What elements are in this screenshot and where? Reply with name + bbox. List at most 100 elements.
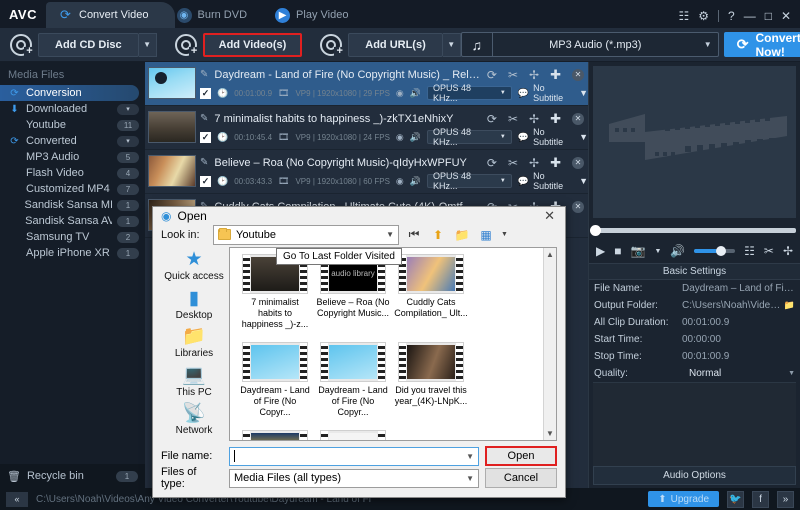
add-icon[interactable]: ✚ [550, 111, 561, 127]
list-item[interactable]: Cuddly Cats Compilation_ Ult... [392, 253, 470, 342]
task-list-icon[interactable]: ☷ [678, 10, 689, 22]
sidebar-item-sandisk-sansa-avi[interactable]: ● Sandisk Sansa AVI 1 [0, 213, 145, 229]
add-icon[interactable]: ✚ [550, 155, 561, 171]
list-item[interactable]: 7 minimalist habits to happiness _)-z... [236, 253, 314, 342]
add-cd-disc-button[interactable]: Add CD Disc [38, 32, 139, 57]
expand-right-icon[interactable]: » [777, 490, 794, 508]
back-icon[interactable]: ⏮ [405, 226, 423, 244]
open-button[interactable]: Open [485, 446, 557, 466]
setting-start-time[interactable]: Start Time: 00:00:00 [589, 331, 800, 348]
chevron-down-icon[interactable]: ▼ [654, 248, 661, 255]
chevron-down-icon[interactable]: ▼ [466, 474, 474, 483]
video-preview[interactable] [593, 66, 796, 218]
rotate-icon[interactable]: ⟳ [487, 112, 497, 126]
close-icon[interactable]: ✕ [781, 10, 791, 22]
add-icon[interactable]: ✚ [550, 67, 561, 83]
scissors-icon[interactable]: ✂ [764, 244, 774, 258]
sidebar-item-mp3-audio[interactable]: ● MP3 Audio 5 [0, 149, 145, 165]
volume-slider[interactable] [694, 246, 736, 256]
files-of-type-select[interactable]: Media Files (all types) ▼ [229, 468, 479, 488]
sidebar-item-converted[interactable]: ⟳ Converted ▾ [0, 133, 145, 149]
file-name-input[interactable]: ▼ [229, 446, 479, 466]
expand-chevron-icon[interactable]: ▾ [117, 135, 139, 147]
add-urls-button[interactable]: Add URL(s) [348, 32, 443, 57]
up-folder-icon[interactable]: ⬆ [429, 226, 447, 244]
list-item[interactable]: How to Back Up Android Phone ... [314, 429, 392, 440]
chevron-down-icon[interactable]: ▼ [698, 40, 718, 49]
rotate-icon[interactable]: ⟳ [487, 156, 497, 170]
effects-icon[interactable]: ✢ [529, 112, 539, 126]
tab-play-video[interactable]: ▶ Play Video [263, 2, 374, 28]
sidebar-item-downloaded[interactable]: ⬇ Downloaded ▾ [0, 101, 145, 117]
facebook-icon[interactable]: f [752, 490, 769, 508]
subtitle-selector[interactable]: 💬 No Subtitle ▼ [518, 127, 588, 147]
add-videos-button[interactable]: Add Video(s) [202, 32, 303, 57]
remove-icon[interactable]: ✕ [572, 68, 584, 81]
seek-track[interactable] [590, 224, 796, 236]
table-row[interactable]: ✎ 7 minimalist habits to happiness _)-zk… [145, 106, 588, 150]
scroll-up-icon[interactable]: ▲ [546, 250, 554, 259]
sidebar-item-customized-mp4[interactable]: ● Customized MP4 7 [0, 181, 145, 197]
list-item[interactable]: Did you travel this year_(4K)-LNpK... [392, 341, 470, 430]
audio-track-selector[interactable]: OPUS 48 KHz... ▼ [427, 83, 512, 103]
scissors-icon[interactable]: ✂ [508, 68, 518, 82]
place-quick-access[interactable]: ★ Quick access [161, 249, 227, 287]
edit-pencil-icon[interactable]: ✎ [200, 69, 208, 80]
effects-icon[interactable]: ✢ [529, 68, 539, 82]
add-cd-disc-dropdown[interactable]: ▼ [138, 32, 157, 57]
place-libraries[interactable]: 📁 Libraries [161, 326, 227, 364]
look-in-combo[interactable]: Youtube ▼ [213, 224, 399, 245]
seek-bar[interactable] [590, 221, 796, 239]
sidebar-item-youtube[interactable]: ● Youtube 11 [0, 117, 145, 133]
help-icon[interactable]: ? [728, 10, 735, 22]
chevron-down-icon[interactable]: ▼ [788, 370, 795, 377]
volume-handle[interactable] [715, 246, 726, 256]
target-icon[interactable]: ◉ [396, 176, 404, 187]
sidebar-item-apple-iphone-xr[interactable]: ● Apple iPhone XR 1 [0, 245, 145, 261]
row-checkbox[interactable]: ✓ [200, 175, 211, 187]
remove-icon[interactable]: ✕ [572, 156, 584, 169]
audio-options-button[interactable]: Audio Options [593, 466, 796, 485]
clone-icon[interactable]: ☷ [744, 244, 755, 258]
edit-pencil-icon[interactable]: ✎ [200, 157, 208, 168]
tab-burn-dvd[interactable]: ◉ Burn DVD [165, 2, 274, 28]
upgrade-button[interactable]: ⬆ Upgrade [648, 491, 719, 507]
minimize-icon[interactable]: — [744, 10, 756, 22]
setting-stop-time[interactable]: Stop Time: 00:01:00.9 [589, 348, 800, 365]
sidebar-item-samsung-tv[interactable]: ● Samsung TV 2 [0, 229, 145, 245]
volume-icon[interactable]: 🔊 [670, 244, 685, 258]
sidebar-item-sandisk-sansa-mp4[interactable]: ● Sandisk Sansa MP4 1 [0, 197, 145, 213]
audio-track-selector[interactable]: OPUS 48 KHz... ▼ [427, 171, 512, 191]
maximize-icon[interactable]: □ [765, 10, 772, 22]
row-checkbox[interactable]: ✓ [200, 131, 211, 143]
list-item[interactable]: Daydream - Land of Fire (No Copyr... [314, 341, 392, 430]
edit-pencil-icon[interactable]: ✎ [200, 113, 208, 124]
sidebar-item-conversion[interactable]: ⟳ Conversion [0, 85, 139, 101]
scissors-icon[interactable]: ✂ [508, 156, 518, 170]
subtitle-selector[interactable]: 💬 No Subtitle ▼ [518, 83, 588, 103]
remove-icon[interactable]: ✕ [572, 200, 584, 213]
place-this-pc[interactable]: 💻 This PC [161, 365, 227, 403]
collapse-left-icon[interactable]: « [6, 491, 28, 507]
view-mode-icon[interactable]: ▦ [477, 226, 495, 244]
folder-browse-icon[interactable]: 📁 [784, 300, 795, 311]
convert-now-button[interactable]: ⟳ Convert Now! [723, 31, 800, 59]
new-folder-icon[interactable]: 📁 [453, 226, 471, 244]
list-item[interactable]: audio library Believe – Roa (No Copyrigh… [314, 253, 392, 342]
chevron-down-icon[interactable]: ▼ [466, 452, 474, 461]
snapshot-icon[interactable]: 📷 [630, 244, 645, 258]
list-item[interactable]: Daydream - Land of Fire (No Copyr... [236, 341, 314, 430]
sidebar-item-recycle-bin[interactable]: 🗑 Recycle bin 1 [0, 464, 145, 488]
expand-chevron-icon[interactable]: ▾ [117, 103, 139, 115]
chevron-down-icon[interactable]: ▼ [386, 230, 394, 239]
setting-quality[interactable]: Quality: Normal ▼ [589, 365, 800, 382]
seek-handle[interactable] [590, 224, 601, 236]
effects-icon[interactable]: ✢ [783, 244, 793, 258]
sidebar-item-flash-video[interactable]: ● Flash Video 4 [0, 165, 145, 181]
stop-icon[interactable]: ■ [614, 244, 621, 258]
add-urls-dropdown[interactable]: ▼ [442, 32, 461, 57]
rotate-icon[interactable]: ⟳ [487, 68, 497, 82]
play-icon[interactable]: ▶ [596, 244, 605, 258]
subtitle-selector[interactable]: 💬 No Subtitle ▼ [518, 171, 588, 191]
scissors-icon[interactable]: ✂ [508, 112, 518, 126]
